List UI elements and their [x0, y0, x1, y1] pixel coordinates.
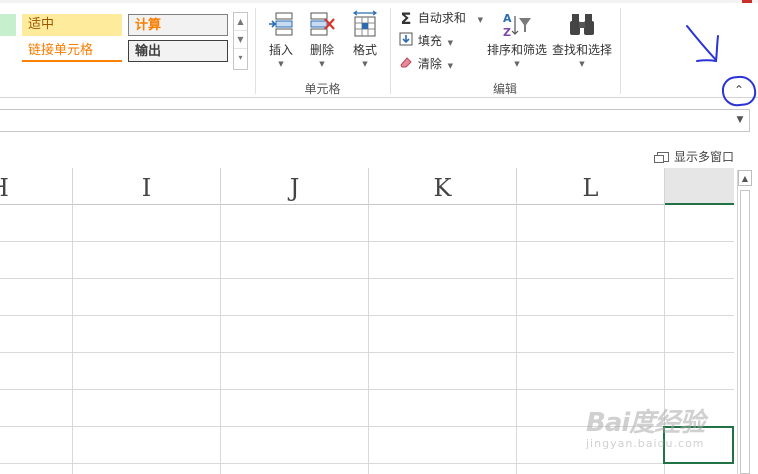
delete-cells-icon: [310, 12, 335, 36]
sort-filter-dropdown-icon: ▼: [514, 60, 520, 68]
sigma-icon: Σ: [400, 8, 412, 28]
scrollbar-thumb[interactable]: [740, 190, 750, 474]
formula-bar[interactable]: ▼: [0, 109, 750, 132]
grid-line: [220, 205, 221, 474]
window-top-edge: [0, 0, 758, 3]
eraser-icon: [398, 55, 414, 75]
column-header-j[interactable]: J: [221, 168, 369, 205]
svg-text:Z: Z: [503, 26, 511, 38]
gallery-scroll-up-icon[interactable]: ▲: [234, 13, 247, 31]
grid-line: [0, 352, 734, 353]
scroll-up-icon[interactable]: ▲: [738, 170, 752, 186]
vertical-scrollbar[interactable]: ▲: [737, 170, 752, 474]
format-button[interactable]: 格式 ▼: [350, 10, 380, 68]
show-multiple-windows-label: 显示多窗口: [673, 150, 734, 164]
sort-filter-icon: A Z: [503, 12, 531, 38]
cells-group-label: 单元格: [304, 82, 341, 96]
grid-line: [0, 278, 734, 279]
column-header-m[interactable]: [665, 168, 734, 205]
watermark-url: jingyan.baidu.com: [586, 437, 705, 450]
annotation-arrow-icon: [686, 25, 719, 63]
column-header-l[interactable]: L: [517, 168, 665, 205]
watermark-logo: Bai度经验: [586, 408, 705, 438]
gallery-more-icon[interactable]: ▾: [234, 49, 247, 67]
fill-down-icon: [398, 32, 414, 52]
grid-line: [0, 241, 734, 242]
annotation-circle: [720, 74, 758, 108]
close-hint: [742, 0, 752, 3]
find-select-button[interactable]: 查找和选择 ▼: [551, 10, 613, 68]
autosum-label: 自动求和: [417, 11, 466, 25]
grid-line: [0, 315, 734, 316]
styles-gallery-scroll: ▲ ▼ ▾: [233, 12, 248, 70]
fill-button[interactable]: 填充 ▼: [398, 31, 453, 51]
style-linked-cell[interactable]: 链接单元格: [22, 40, 122, 62]
delete-label: 删除: [309, 43, 334, 57]
fill-label: 填充: [417, 34, 442, 48]
ribbon: 适中 计算 链接单元格 输出 ▲ ▼ ▾ 插入 ▼ 删除 ▼ 格式 ▼ 单元格 …: [0, 0, 758, 108]
style-neutral[interactable]: 适中: [22, 14, 122, 36]
clear-dropdown-icon: ▼: [447, 62, 454, 70]
find-select-dropdown-icon: ▼: [579, 60, 585, 68]
group-separator: [620, 8, 621, 94]
column-header-i[interactable]: I: [73, 168, 221, 205]
insert-label: 插入: [268, 43, 293, 57]
svg-text:A: A: [503, 12, 512, 25]
clear-label: 清除: [417, 57, 442, 71]
find-select-label: 查找和选择: [551, 43, 612, 57]
column-header-h[interactable]: H: [0, 168, 73, 205]
format-cells-icon: [352, 10, 378, 37]
insert-cells-icon: [269, 12, 293, 36]
editing-group-label: 编辑: [492, 82, 517, 96]
grid-line: [0, 463, 734, 464]
autosum-button[interactable]: Σ 自动求和 ▼: [398, 8, 484, 28]
grid-line: [72, 205, 73, 474]
grid-line: [516, 205, 517, 474]
style-good-swatch[interactable]: [0, 14, 16, 36]
multi-window-icon: [653, 152, 669, 163]
format-dropdown-icon: ▼: [362, 60, 368, 68]
clear-button[interactable]: 清除 ▼: [398, 54, 453, 74]
fill-dropdown-icon: ▼: [447, 39, 454, 47]
show-multiple-windows-button[interactable]: 显示多窗口: [653, 148, 734, 165]
delete-button[interactable]: 删除 ▼: [307, 10, 337, 68]
grid-line: [0, 389, 734, 390]
format-label: 格式: [352, 43, 377, 57]
delete-dropdown-icon: ▼: [319, 60, 325, 68]
insert-button[interactable]: 插入 ▼: [266, 10, 296, 68]
binoculars-icon: [570, 14, 594, 35]
sort-filter-label: 排序和筛选: [486, 43, 547, 57]
gallery-scroll-down-icon[interactable]: ▼: [234, 31, 247, 49]
expand-formula-bar-icon[interactable]: ▼: [733, 113, 747, 128]
group-separator: [390, 8, 391, 94]
insert-dropdown-icon: ▼: [278, 60, 284, 68]
autosum-dropdown-icon: ▼: [477, 16, 484, 24]
column-header-k[interactable]: K: [369, 168, 517, 205]
style-output[interactable]: 输出: [128, 40, 228, 62]
style-calculation[interactable]: 计算: [128, 14, 228, 36]
watermark: Bai度经验 jingyan.baidu.com: [586, 402, 705, 450]
grid-line: [368, 205, 369, 474]
group-separator: [255, 8, 256, 94]
sort-filter-button[interactable]: A Z 排序和筛选 ▼: [486, 10, 548, 68]
